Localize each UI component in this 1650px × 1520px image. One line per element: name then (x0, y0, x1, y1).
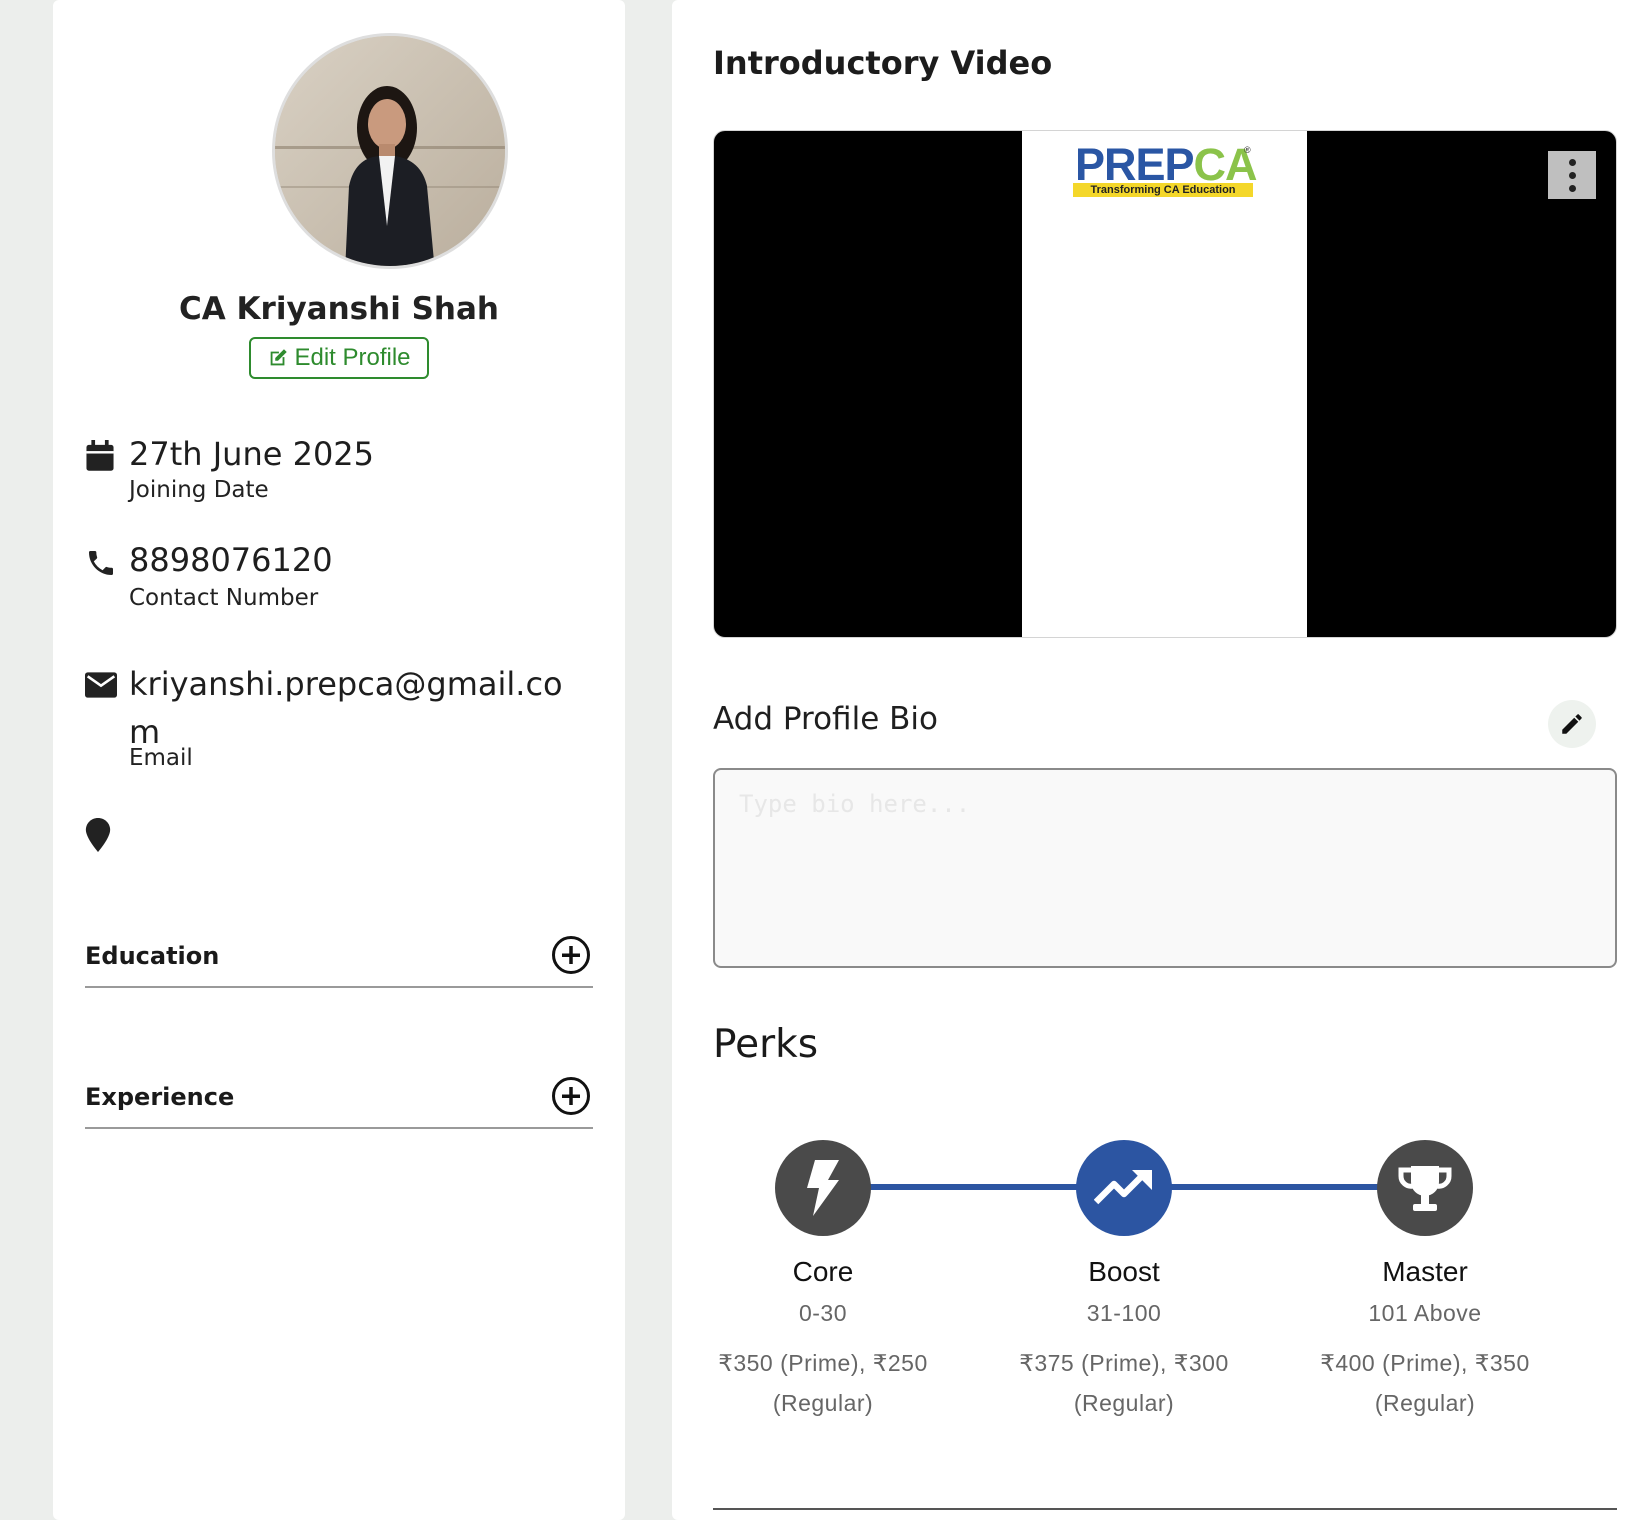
trending-up-icon (1094, 1170, 1152, 1205)
avatar (272, 33, 508, 269)
perk-name: Core (792, 1256, 854, 1287)
lightning-bolt-icon (807, 1160, 839, 1216)
email-label: Email (129, 745, 193, 771)
phone-icon[interactable] (85, 547, 117, 579)
bio-edit-button[interactable] (1548, 700, 1596, 748)
pencil-icon (1562, 714, 1582, 734)
edit-profile-label: Edit Profile (294, 344, 411, 371)
perk-core: Core 0-30 ₹350 (Prime), ₹250 (Regular) (693, 1140, 953, 1423)
experience-title: Experience (85, 1083, 235, 1111)
education-section: Education (85, 930, 593, 988)
bio-textarea[interactable] (713, 768, 1617, 968)
contact-number-label: Contact Number (129, 585, 319, 611)
more-vertical-icon[interactable] (1548, 151, 1596, 199)
profile-photo (275, 36, 505, 266)
calendar-icon (86, 440, 114, 471)
email-value[interactable]: kriyanshi.prepca@gmail.co (129, 660, 563, 708)
details-card: Introductory Video PREPCA ® Transforming… (672, 0, 1650, 1520)
perk-name: Boost (1088, 1256, 1160, 1287)
add-profile-bio-label: Add Profile Bio (713, 701, 938, 737)
video-player[interactable]: PREPCA ® Transforming CA Education (713, 130, 1617, 638)
profile-name: CA Kriyanshi Shah (179, 291, 499, 327)
perk-range: 0-30 (798, 1300, 848, 1326)
perk-price: ₹400 (Prime), ₹350 (Regular) (1320, 1350, 1530, 1416)
perk-boost-badge (1076, 1140, 1172, 1236)
joining-date-label: Joining Date (129, 477, 269, 503)
perk-boost: Boost 31-100 ₹375 (Prime), ₹300 (Regular) (994, 1140, 1254, 1423)
edit-square-icon (271, 349, 288, 366)
perk-master-badge (1377, 1140, 1473, 1236)
perks-title: Perks (713, 1022, 819, 1067)
profile-card: CA Kriyanshi Shah Edit Profile 27th June… (53, 0, 625, 1520)
perk-master: Master 101 Above ₹400 (Prime), ₹350 (Regu… (1295, 1140, 1555, 1423)
trophy-icon (1398, 1166, 1452, 1211)
envelope-icon[interactable] (85, 672, 117, 698)
perk-name: Master (1382, 1256, 1468, 1287)
contact-number-value: 8898076120 (129, 541, 333, 579)
edit-profile-button[interactable]: Edit Profile (249, 337, 429, 379)
experience-section: Experience (85, 1071, 593, 1129)
perk-range: 31-100 (1086, 1300, 1162, 1326)
perk-core-badge (775, 1140, 871, 1236)
perk-range: 101 Above (1368, 1300, 1482, 1326)
add-experience-plus-circle-icon[interactable] (551, 1076, 591, 1116)
logo-registered-mark: ® (1244, 145, 1251, 155)
logo-tagline: Transforming CA Education (1073, 183, 1253, 197)
joining-date-value: 27th June 2025 (129, 435, 375, 473)
map-pin-icon (85, 818, 111, 852)
education-title: Education (85, 942, 220, 970)
perk-price: ₹375 (Prime), ₹300 (Regular) (1019, 1350, 1229, 1416)
introductory-video-title: Introductory Video (713, 44, 1053, 82)
add-education-plus-circle-icon[interactable] (551, 935, 591, 975)
perk-price: ₹350 (Prime), ₹250 (Regular) (718, 1350, 928, 1416)
video-frame: PREPCA ® Transforming CA Education (1022, 131, 1307, 637)
